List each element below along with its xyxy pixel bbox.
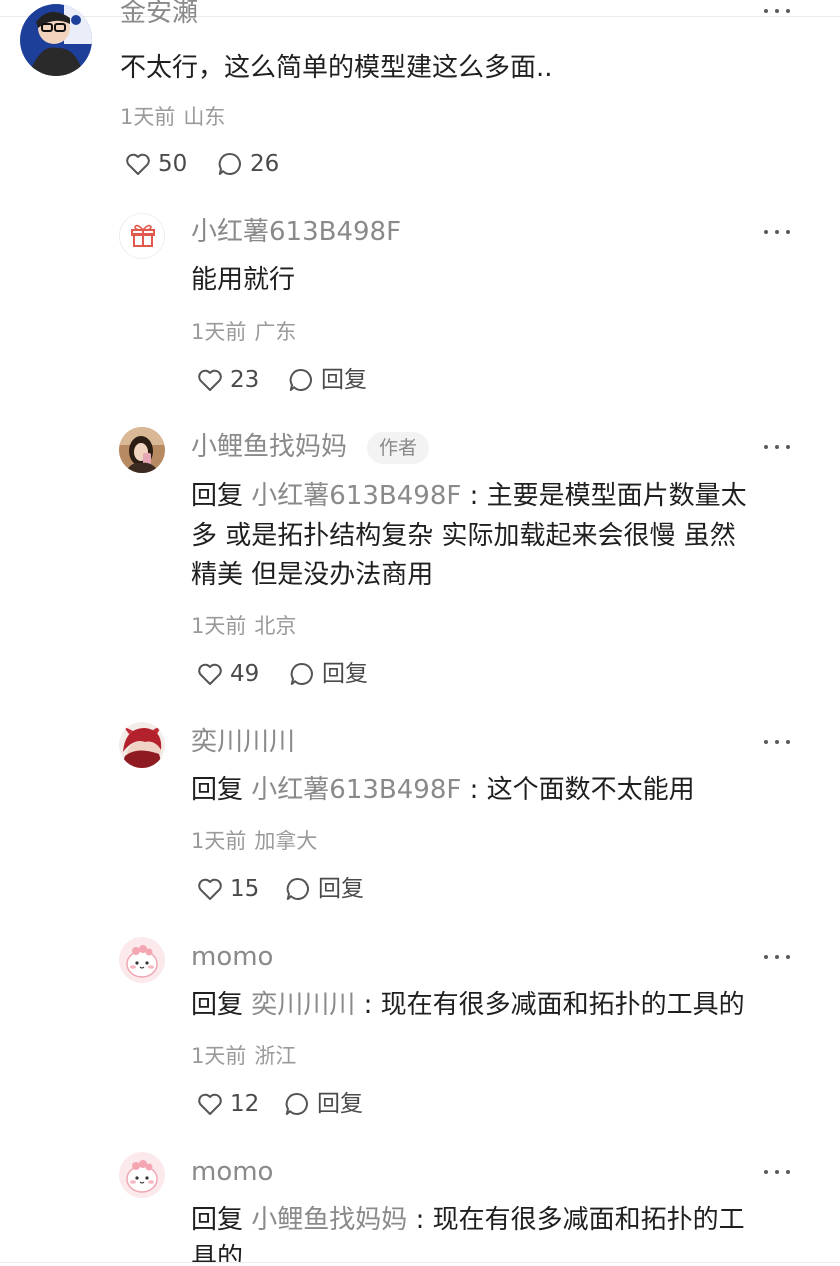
- username[interactable]: 小红薯613B498F: [191, 217, 401, 247]
- location: 加拿大: [254, 829, 318, 853]
- gift-icon: [120, 214, 164, 258]
- timestamp: 1天前: [120, 105, 176, 129]
- avatar[interactable]: [119, 213, 165, 259]
- colon: :: [363, 990, 373, 1020]
- username[interactable]: momo: [191, 1157, 273, 1187]
- colon: :: [469, 775, 479, 805]
- avatar[interactable]: [119, 722, 165, 768]
- like-count: 12: [230, 1091, 260, 1117]
- reply-text-line: 现在有很多减面和拓扑的工: [432, 1205, 745, 1235]
- comment-bubble-icon: [218, 152, 241, 175]
- reply-text-line: 这个面数不太能用: [486, 775, 695, 805]
- avatar[interactable]: [119, 427, 165, 473]
- reply-label: 回复: [317, 1091, 363, 1117]
- heart-icon: [198, 369, 222, 391]
- comment-meta: 1天前 北京: [191, 613, 296, 639]
- reply-prefix: 回复: [191, 990, 244, 1020]
- reply-prefix: 回复: [191, 775, 244, 805]
- more-options-icon[interactable]: [762, 442, 792, 452]
- timestamp: 1天前: [191, 614, 247, 638]
- timestamp: 1天前: [191, 320, 247, 344]
- comment-meta: 1天前 加拿大: [191, 828, 317, 854]
- username[interactable]: momo: [191, 942, 273, 972]
- location: 广东: [254, 320, 297, 344]
- heart-icon: [198, 663, 222, 685]
- username[interactable]: 小鲤鱼找妈妈: [191, 432, 347, 462]
- reply-label: 回复: [322, 661, 368, 687]
- reply-text-line: 具的: [191, 1243, 244, 1262]
- username[interactable]: 金安瀬: [120, 0, 198, 28]
- reply-text-line: 主要是模型面片数量太: [486, 481, 747, 511]
- location: 山东: [183, 105, 226, 129]
- more-options-icon[interactable]: [762, 6, 792, 16]
- more-options-icon[interactable]: [762, 1167, 792, 1177]
- comment-meta: 1天前 广东: [191, 319, 296, 345]
- mention-link[interactable]: 小红薯613B498F: [251, 481, 461, 511]
- username[interactable]: 奕川川川: [191, 727, 295, 757]
- reply-text-line: 多 或是拓扑结构复杂 实际加载起来会很慢 虽然: [191, 521, 736, 551]
- reply-label: 回复: [318, 876, 364, 902]
- heart-icon: [198, 1093, 222, 1115]
- reply-text-line: 现在有很多减面和拓扑的工具的: [380, 990, 745, 1020]
- reply-text: 回复 小红薯613B498F : 主要是模型面片数量太: [191, 476, 747, 516]
- like-count: 49: [230, 661, 260, 687]
- comment-meta: 1天前 山东: [120, 104, 225, 130]
- more-options-icon[interactable]: [762, 952, 792, 962]
- avatar[interactable]: [119, 937, 165, 983]
- location: 浙江: [254, 1044, 297, 1068]
- reply-text: 能用就行: [191, 265, 296, 295]
- bottom-divider: [0, 1262, 840, 1263]
- like-count: 23: [230, 367, 260, 393]
- author-badge: 作者: [367, 432, 430, 464]
- reply-prefix: 回复: [191, 481, 244, 511]
- mention-link[interactable]: 奕川川川: [251, 990, 355, 1020]
- comment-bubble-icon: [286, 877, 309, 900]
- reply-prefix: 回复: [191, 1205, 244, 1235]
- mention-link[interactable]: 小鲤鱼找妈妈: [251, 1205, 407, 1235]
- reply-text: 回复 小红薯613B498F : 这个面数不太能用: [191, 770, 695, 810]
- heart-icon: [126, 153, 150, 175]
- reply-label: 回复: [321, 367, 367, 393]
- timestamp: 1天前: [191, 829, 247, 853]
- comment-bubble-icon: [285, 1092, 308, 1115]
- reply-count: 26: [250, 151, 280, 177]
- like-count: 15: [230, 876, 260, 902]
- mention-link[interactable]: 小红薯613B498F: [251, 775, 461, 805]
- reply-text: 回复 小鲤鱼找妈妈 : 现在有很多减面和拓扑的工: [191, 1200, 745, 1240]
- colon: :: [469, 481, 479, 511]
- more-options-icon[interactable]: [762, 227, 792, 237]
- more-options-icon[interactable]: [762, 737, 792, 747]
- comment-bubble-icon: [289, 368, 312, 391]
- comment-bubble-icon: [290, 662, 313, 685]
- reply-text: 回复 奕川川川 : 现在有很多减面和拓扑的工具的: [191, 985, 745, 1025]
- avatar[interactable]: [119, 1152, 165, 1198]
- heart-icon: [198, 878, 222, 900]
- colon: :: [415, 1205, 425, 1235]
- comment-meta: 1天前 浙江: [191, 1043, 296, 1069]
- reply-text-line: 精美 但是没办法商用: [191, 560, 434, 590]
- comment-text: 不太行，这么简单的模型建这么多面..: [120, 53, 553, 83]
- location: 北京: [254, 614, 297, 638]
- timestamp: 1天前: [191, 1044, 247, 1068]
- like-count: 50: [158, 151, 188, 177]
- avatar[interactable]: [20, 4, 92, 76]
